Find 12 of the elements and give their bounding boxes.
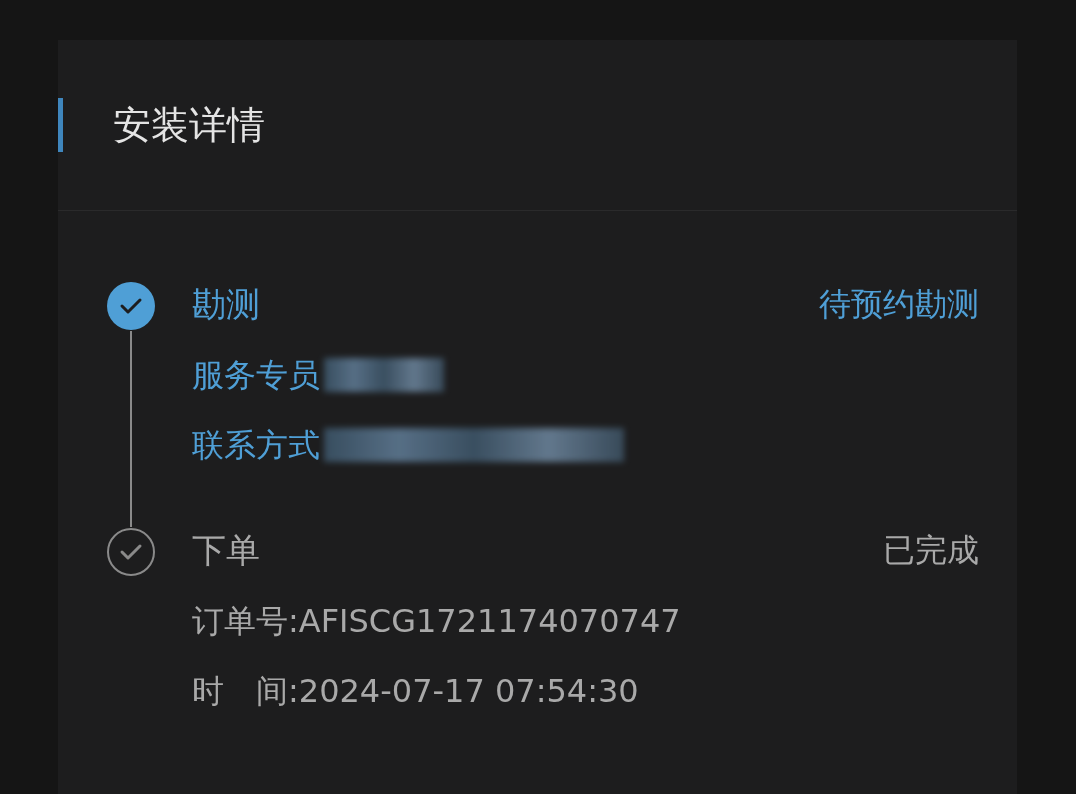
accent-bar (58, 98, 63, 152)
step-name: 下单 (192, 529, 261, 572)
step-status: 待预约勘测 (819, 284, 979, 325)
check-circle-icon (106, 281, 156, 331)
step-detail: 服务专员 (192, 355, 320, 396)
card-title: 安装详情 (113, 101, 265, 149)
step-detail: 联系方式 (192, 425, 320, 466)
step-name: 勘测 (192, 283, 261, 326)
step-detail: 时 间:2024-07-17 07:54:30 (192, 671, 639, 712)
step-status: 已完成 (883, 530, 979, 571)
check-circle-icon (106, 527, 156, 577)
step-detail: 订单号:AFISCG1721174070747 (192, 601, 681, 642)
